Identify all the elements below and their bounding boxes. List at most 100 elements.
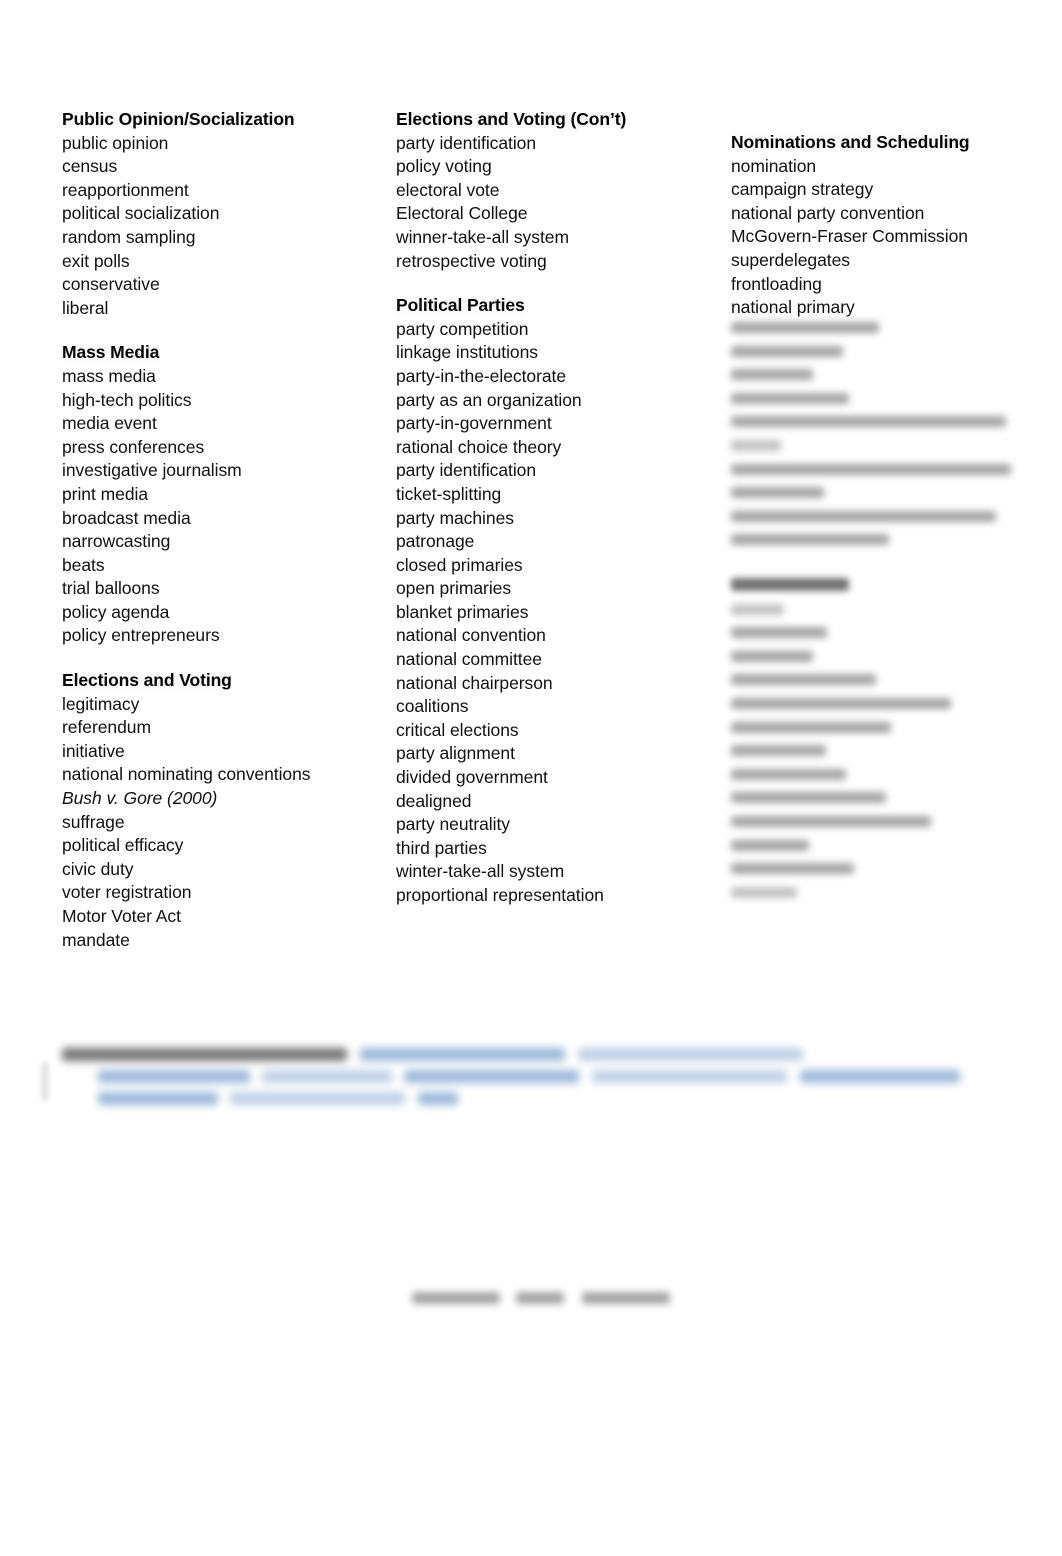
section-heading: Elections and Voting xyxy=(62,669,232,693)
term-item: national party convention xyxy=(731,202,925,223)
term-item: winter-take-all system xyxy=(396,861,565,882)
redacted-link-run[interactable] xyxy=(800,1070,960,1083)
term-item: narrowcasting xyxy=(62,531,171,552)
section-mass-media: Mass Media mass media high-tech politics… xyxy=(62,341,392,648)
term-item: party machines xyxy=(396,507,514,528)
term-item: dealigned xyxy=(396,790,472,811)
term-item: Motor Voter Act xyxy=(62,906,181,926)
redacted-line xyxy=(731,627,827,639)
term-item: rational choice theory xyxy=(396,436,562,457)
redacted-footer-paragraph xyxy=(40,1048,1000,1114)
term-item: civic duty xyxy=(62,858,134,879)
section-heading: Mass Media xyxy=(62,341,159,365)
redacted-line xyxy=(731,886,797,898)
term-item: legitimacy xyxy=(62,693,140,714)
term-column-1: Public Opinion/Socialization public opin… xyxy=(62,108,392,952)
term-item: campaign strategy xyxy=(731,179,874,200)
term-item: policy entrepreneurs xyxy=(62,625,220,646)
redacted-line xyxy=(731,578,849,591)
term-item: public opinion xyxy=(62,132,169,153)
section-heading: Nominations and Scheduling xyxy=(731,131,970,155)
term-item: media event xyxy=(62,413,157,434)
term-item: party identification xyxy=(396,132,537,153)
term-item: national chairperson xyxy=(396,672,553,693)
redacted-line xyxy=(731,369,813,381)
redacted-line xyxy=(731,416,1006,428)
term-item: party-in-the-electorate xyxy=(396,365,567,386)
term-item: suffrage xyxy=(62,811,125,832)
section-elections-and-voting: Elections and Voting legitimacy referend… xyxy=(62,669,392,952)
term-item: investigative journalism xyxy=(62,460,242,481)
redacted-caption-line xyxy=(412,1292,682,1308)
term-item: superdelegates xyxy=(731,249,850,270)
term-item: party alignment xyxy=(396,743,515,764)
redacted-line xyxy=(731,510,996,522)
term-item: mandate xyxy=(62,929,130,950)
redacted-line xyxy=(731,863,854,875)
term-item: nomination xyxy=(731,155,817,176)
term-item: Electoral College xyxy=(396,203,528,224)
term-item: patronage xyxy=(396,531,475,552)
term-item: policy voting xyxy=(396,156,492,177)
redacted-line xyxy=(731,487,824,499)
term-item: trial balloons xyxy=(62,578,160,599)
term-item: press conferences xyxy=(62,436,205,457)
redacted-word xyxy=(582,1292,670,1304)
term-item: high-tech politics xyxy=(62,389,192,410)
redacted-link-run[interactable] xyxy=(404,1070,579,1083)
redacted-footer-line xyxy=(40,1070,1000,1086)
section-political-parties: Political Parties party competition link… xyxy=(396,294,726,907)
term-item: exit polls xyxy=(62,250,130,271)
term-item: divided government xyxy=(396,767,548,788)
section-heading: Public Opinion/Socialization xyxy=(62,108,295,132)
redacted-line xyxy=(731,768,846,780)
term-item: national nominating conventions xyxy=(62,764,311,785)
term-item: frontloading xyxy=(731,273,822,294)
redacted-line xyxy=(731,792,886,804)
redacted-line xyxy=(731,439,781,451)
section-elections-and-voting-continued: Elections and Voting (Con’t) party ident… xyxy=(396,108,726,273)
term-item: critical elections xyxy=(396,719,519,740)
redacted-line xyxy=(731,721,891,733)
term-item: blanket primaries xyxy=(396,601,529,622)
term-item: political efficacy xyxy=(62,835,184,856)
term-item: proportional representation xyxy=(396,885,604,905)
redacted-line xyxy=(731,815,931,827)
term-item: party as an organization xyxy=(396,389,582,410)
term-item: open primaries xyxy=(396,578,512,599)
term-item: party competition xyxy=(396,318,529,339)
redacted-link-run[interactable] xyxy=(578,1048,803,1061)
term-item: random sampling xyxy=(62,226,196,247)
redacted-line xyxy=(731,534,889,546)
redacted-word xyxy=(412,1292,500,1304)
redacted-line xyxy=(731,839,809,851)
redacted-link-run[interactable] xyxy=(98,1070,250,1083)
term-item: national committee xyxy=(396,649,542,670)
redacted-line xyxy=(731,603,784,615)
term-column-3: Nominations and Scheduling nomination ca… xyxy=(731,131,1031,320)
term-item-case-citation: Bush v. Gore (2000) xyxy=(62,788,218,809)
redacted-line xyxy=(731,674,876,686)
redacted-link-run[interactable] xyxy=(98,1092,218,1105)
section-heading: Political Parties xyxy=(396,294,525,318)
redacted-link-run[interactable] xyxy=(592,1070,787,1083)
redacted-text-block-1 xyxy=(731,322,1021,558)
redacted-link-run[interactable] xyxy=(418,1092,458,1105)
term-item: liberal xyxy=(62,297,109,318)
term-item: broadcast media xyxy=(62,507,191,528)
term-item: political socialization xyxy=(62,203,220,224)
redacted-link-run[interactable] xyxy=(262,1070,392,1083)
term-item: winner-take-all system xyxy=(396,226,569,247)
redacted-line xyxy=(731,463,1011,475)
section-nominations-and-scheduling: Nominations and Scheduling nomination ca… xyxy=(731,131,1031,320)
term-item: third parties xyxy=(396,837,487,858)
redacted-link-run[interactable] xyxy=(230,1092,405,1105)
section-heading: Elections and Voting (Con’t) xyxy=(396,108,626,132)
term-item: national primary xyxy=(731,297,855,318)
term-item: policy agenda xyxy=(62,601,170,622)
redacted-line xyxy=(731,392,849,404)
term-item: referendum xyxy=(62,717,151,738)
redacted-link-run[interactable] xyxy=(360,1048,565,1061)
redacted-line xyxy=(731,345,843,357)
redacted-footer-line xyxy=(40,1092,1000,1108)
